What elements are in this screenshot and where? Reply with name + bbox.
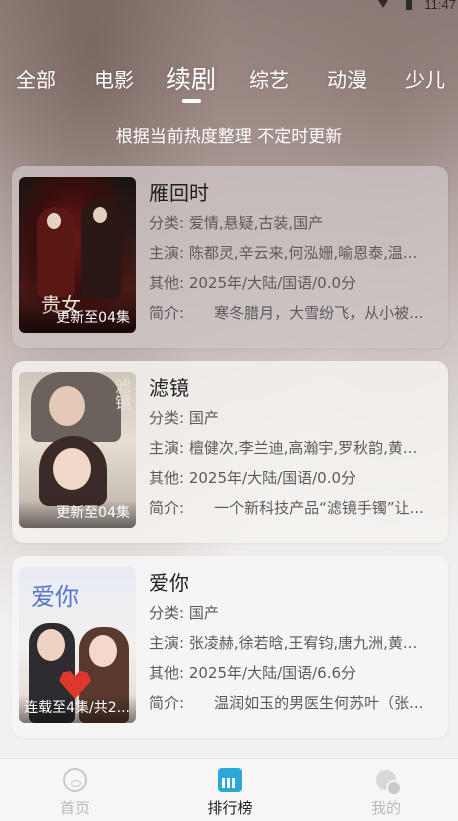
poster-image: 滤镜 更新至04集 — [19, 372, 136, 528]
other-row: 其他: 2025年/大陆/国语/0.0分 — [149, 469, 357, 487]
signal-icon — [378, 0, 388, 8]
category-row: 分类: 国产 — [149, 409, 219, 427]
intro-row: 简介: 寒冬腊月，大雪纷飞，从小被... — [149, 304, 424, 322]
other-row: 其他: 2025年/大陆/国语/6.6分 — [149, 664, 357, 682]
cast-row: 主演: 檀健次,李兰迪,高瀚宇,罗秋韵,黄... — [149, 439, 418, 457]
status-bar: 11:47 — [0, 0, 458, 14]
drama-card[interactable]: 爱你 连载至4集/共2... 爱你 分类: 国产 主演: 张凌赫,徐若晗,王宥钧… — [12, 556, 448, 738]
home-icon — [63, 768, 87, 792]
drama-title: 爱你 — [149, 571, 189, 595]
tab-kids[interactable]: 少儿 — [403, 62, 447, 98]
category-tabs: 全部 电影 续剧 综艺 动漫 少儿 — [0, 62, 458, 102]
other-row: 其他: 2025年/大陆/国语/0.0分 — [149, 274, 357, 292]
nav-home-label: 首页 — [59, 799, 90, 817]
nav-ranking[interactable]: 排行榜 — [170, 759, 290, 821]
status-time: 11:47 — [424, 0, 456, 12]
ranking-icon — [218, 768, 242, 792]
profile-icon — [376, 770, 402, 796]
poster-logo-text: 滤镜 — [112, 378, 131, 410]
tab-variety[interactable]: 综艺 — [247, 62, 291, 98]
episode-badge: 更新至04集 — [19, 500, 136, 528]
nav-ranking-label: 排行榜 — [207, 799, 253, 817]
cast-row: 主演: 陈都灵,辛云来,何泓姗,喻恩泰,温... — [149, 244, 418, 262]
episode-badge: 连载至4集/共2... — [19, 695, 136, 723]
drama-card[interactable]: 滤镜 更新至04集 滤镜 分类: 国产 主演: 檀健次,李兰迪,高瀚宇,罗秋韵,… — [12, 361, 448, 543]
tab-series[interactable]: 续剧 — [162, 62, 220, 98]
episode-badge: 更新至04集 — [19, 305, 136, 333]
drama-title: 雁回时 — [149, 181, 209, 205]
nav-home[interactable]: 首页 — [15, 759, 135, 821]
category-row: 分类: 国产 — [149, 604, 219, 622]
nav-profile-label: 我的 — [370, 799, 401, 817]
poster-image: 贵女 更新至04集 — [19, 177, 136, 333]
ranking-subtitle: 根据当前热度整理 不定时更新 — [115, 127, 343, 147]
tab-all[interactable]: 全部 — [14, 62, 58, 98]
poster-logo-text: 爱你 — [31, 583, 79, 611]
tab-anime[interactable]: 动漫 — [325, 62, 369, 98]
category-row: 分类: 爱情,悬疑,古装,国产 — [149, 214, 324, 232]
battery-icon — [406, 0, 412, 10]
active-tab-indicator — [182, 99, 201, 103]
cast-row: 主演: 张凌赫,徐若晗,王宥钧,唐九洲,黄... — [149, 634, 418, 652]
drama-card[interactable]: 贵女 更新至04集 雁回时 分类: 爱情,悬疑,古装,国产 主演: 陈都灵,辛云… — [12, 166, 448, 348]
tab-movies[interactable]: 电影 — [92, 62, 136, 98]
intro-row: 简介: 一个新科技产品“滤镜手镯”让... — [149, 499, 424, 517]
bottom-navigation: 首页 排行榜 我的 — [0, 758, 458, 821]
intro-row: 简介: 温润如玉的男医生何苏叶（张... — [149, 694, 424, 712]
poster-image: 爱你 连载至4集/共2... — [19, 567, 136, 723]
drama-title: 滤镜 — [149, 376, 189, 400]
nav-profile[interactable]: 我的 — [326, 759, 446, 821]
